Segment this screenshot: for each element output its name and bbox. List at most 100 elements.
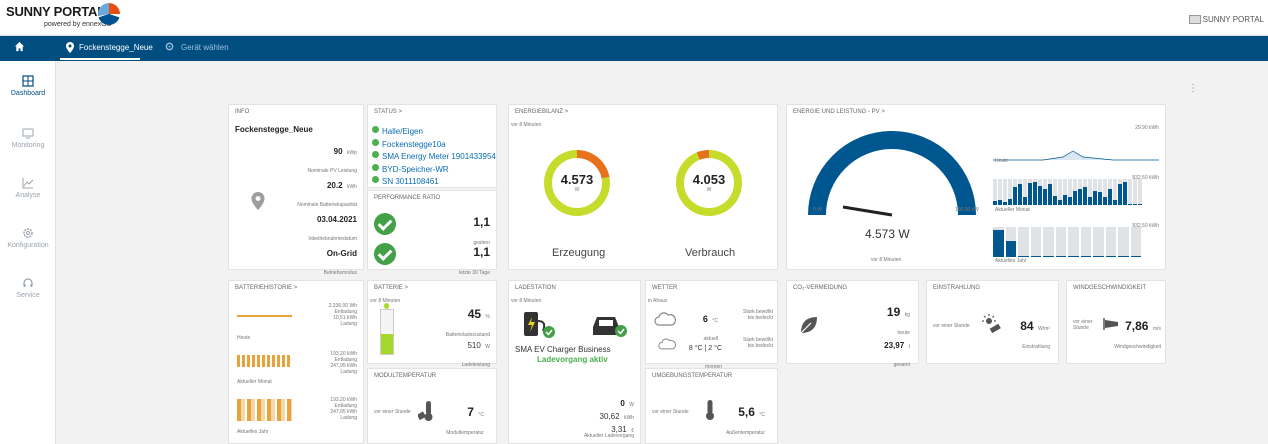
sidebar-item-konfiguration[interactable]: Konfiguration [0, 227, 56, 249]
more-options-icon[interactable]: ⋮ [1188, 83, 1198, 94]
gear-icon [23, 228, 33, 238]
month-bar [1043, 189, 1047, 205]
month-bar-bg [1138, 179, 1142, 205]
sunny-portal-link[interactable]: SUNNY PORTAL [1188, 15, 1264, 25]
sidebar-item-monitoring[interactable]: Monitoring [0, 127, 56, 149]
year-chart: 832,50 kWh Aktuelles Jahr [993, 223, 1159, 264]
sunny-portal-logo[interactable]: SUNNY PORTAL powered by ennexOS [6, 3, 120, 28]
year-bar [1105, 255, 1116, 257]
gauge-needle [842, 205, 893, 217]
windgeschwindigkeit-card: WINDGESCHWINDIGKEIT vor einer Stunde 7,86… [1066, 280, 1166, 364]
co2-total: 23,97 t gesamt [884, 341, 910, 368]
co2-card: CO₂-VERMEIDUNG 19 kg heute 23,97 t gesamt [786, 280, 919, 368]
status-item[interactable]: Halle/Eigen [372, 125, 496, 138]
sidebar-label: Dashboard [10, 90, 46, 97]
month-bar [1063, 194, 1067, 205]
status-item[interactable]: BYD-Speicher-WR [372, 163, 496, 176]
status-list: Halle/Eigen Fockenstegge10a SMA Energy M… [372, 125, 496, 188]
location-tab[interactable]: Fockenstegge_Neue [79, 43, 153, 52]
card-title[interactable]: BATTERIE > [374, 285, 408, 291]
cloud-tomorrow-icon [658, 338, 676, 350]
sidebar-item-analyse[interactable]: Analyse [0, 177, 56, 199]
status-item[interactable]: SMA Energy Meter 1901433954 [372, 150, 496, 163]
year-bar-bg [1130, 227, 1141, 257]
month-bar [1078, 189, 1082, 205]
gauge-min: 0 W [813, 207, 822, 213]
device-select[interactable]: Gerät wählen [181, 43, 229, 52]
month-bar [1053, 195, 1057, 205]
ok-icon [372, 126, 379, 134]
sidebar-label: Konfiguration [7, 242, 49, 249]
battery-power: 510 W Ladeleistung [461, 341, 490, 368]
card-title[interactable]: ENERGIE UND LEISTUNG - PV > [793, 109, 885, 115]
month-bar [1003, 201, 1007, 205]
month-bar [998, 199, 1002, 205]
cloud-icon [654, 312, 676, 326]
energiebilanz-card: ENERGIEBILANZ > vor 8 Minuten 4.573 W 4.0… [508, 104, 778, 270]
monitor-icon [22, 128, 34, 139]
wetter-card: WETTER in Ahaus 6 °C aktuell Stark bewölk… [645, 280, 778, 370]
nav-bar: Fockenstegge_Neue Gerät wählen [0, 36, 1268, 61]
card-title: MODULTEMPERATUR [374, 373, 437, 379]
weather-location: in Ahaus [648, 298, 668, 304]
card-title: LADESTATION [515, 285, 556, 291]
year-bar-bg [1068, 227, 1079, 257]
charging-values: 0 W 30,62 kWh 3,31 € [599, 399, 634, 434]
co2-today: 19 kg heute [886, 305, 910, 336]
chart-max: 29,90 kWh [1135, 125, 1159, 131]
umgebungstemperatur-card: UMGEBUNGSTEMPERATUR vor einer Stunde 5,6… [645, 368, 778, 444]
sidebar: Dashboard Monitoring Analyse Konfigurati… [0, 61, 56, 444]
gauge-value: 4.573 W [865, 227, 910, 241]
status-card: STATUS > Halle/Eigen Fockenstegge10a SMA… [367, 104, 497, 188]
home-icon[interactable] [14, 41, 25, 52]
month-bar [1048, 184, 1052, 205]
year-bar-bg [1018, 227, 1029, 257]
card-title: INFO [235, 109, 250, 115]
month-bar [1123, 181, 1127, 205]
generation-label: Erzeugung [552, 247, 606, 259]
location-pin-icon [66, 42, 74, 53]
card-title[interactable]: ENERGIEBILANZ > [515, 109, 568, 115]
battery-drop-icon [384, 303, 389, 309]
logo-title: SUNNY PORTAL [6, 4, 105, 19]
check-icon [374, 243, 396, 265]
month-bar [1103, 197, 1107, 205]
energie-leistung-pv-card: ENERGIE UND LEISTUNG - PV > 0 W 100,00 k… [786, 104, 1166, 270]
month-bar [1133, 203, 1137, 205]
year-bar [993, 230, 1004, 257]
status-item[interactable]: SN 3011108461 [372, 175, 496, 188]
sidebar-item-dashboard[interactable]: Dashboard [0, 75, 56, 97]
operating-mode: On-Grid Betriebsmodus [323, 249, 357, 276]
einstrahlung-card: EINSTRAHLUNG vor einer Stunde 84 W/m² Ein… [926, 280, 1059, 364]
chart-label: Aktueller Monat [995, 207, 1030, 213]
card-title[interactable]: BATTERIEHISTORIE > [235, 285, 297, 291]
sidebar-item-service[interactable]: Service [0, 277, 56, 299]
month-bar [1008, 198, 1012, 205]
month-bar [1033, 181, 1037, 205]
modultemperatur-card: MODULTEMPERATUR vor einer Stunde 7 °C Mod… [367, 368, 497, 444]
month-bar [1118, 184, 1122, 205]
card-title[interactable]: STATUS > [374, 109, 402, 115]
month-chart: 832,50 kWh Aktueller Monat [993, 175, 1159, 215]
status-item[interactable]: Fockenstegge10a [372, 138, 496, 151]
active-tab-indicator [60, 58, 140, 60]
month-bar [1128, 203, 1132, 205]
month-bar [1058, 199, 1062, 205]
gauge-time: vor 8 Minuten [871, 257, 902, 263]
year-bar [1068, 255, 1079, 257]
power-gauge [808, 131, 976, 217]
year-bars [237, 399, 292, 421]
site-name: Fockenstegge_Neue [235, 125, 313, 134]
month-bar-bg [1128, 179, 1132, 205]
pr-30days: 1,1 letzte 30 Tage [458, 245, 490, 276]
timestamp: vor 8 Minuten [511, 122, 542, 128]
thermometer-panel-icon [418, 401, 433, 421]
consumption-label: Verbrauch [685, 247, 736, 259]
charger-name: SMA EV Charger Business [515, 345, 611, 354]
card-title: EINSTRAHLUNG [933, 285, 981, 291]
check-icon [374, 213, 396, 235]
gauge-max: 100,00 kW [955, 207, 979, 213]
chart-icon [22, 178, 34, 189]
month-bar [1113, 199, 1117, 205]
ok-icon [372, 138, 379, 146]
